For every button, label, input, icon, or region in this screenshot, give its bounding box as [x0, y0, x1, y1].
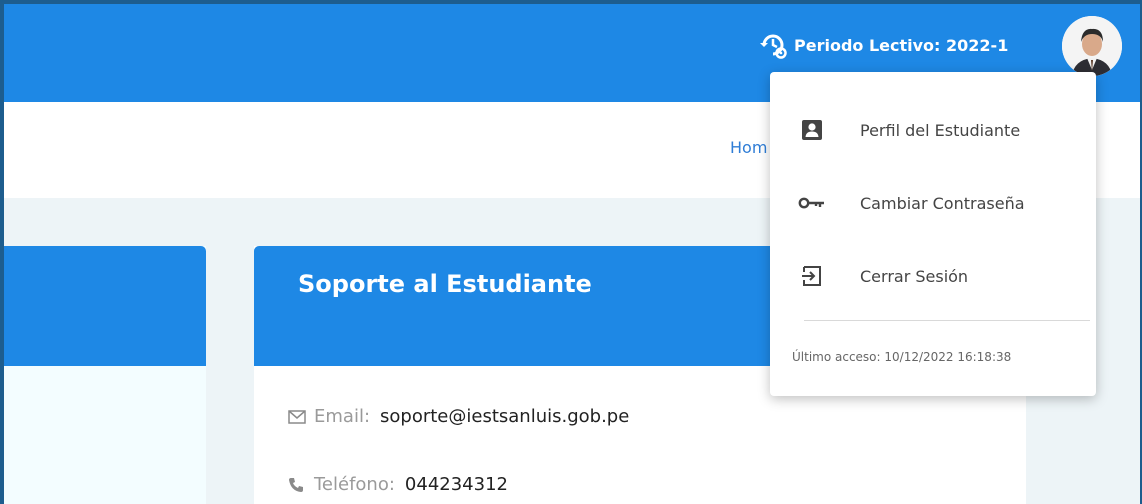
support-card-title: Soporte al Estudiante — [298, 270, 592, 298]
left-card-header — [4, 246, 206, 366]
user-avatar[interactable] — [1062, 16, 1122, 76]
menu-item-change-password[interactable]: Cambiar Contraseña — [770, 177, 1096, 229]
left-card — [4, 246, 206, 504]
menu-divider — [804, 320, 1090, 321]
app-frame: Periodo Lectivo: 2022-1 Hom Soporte al E… — [4, 4, 1140, 504]
phone-icon — [288, 477, 314, 493]
last-access-text: Último acceso: 10/12/2022 16:18:38 — [792, 350, 1012, 364]
history-gear-icon — [758, 30, 788, 60]
menu-item-profile[interactable]: Perfil del Estudiante — [770, 104, 1096, 156]
menu-item-label: Cerrar Sesión — [860, 266, 969, 286]
phone-label: Teléfono: — [314, 474, 395, 495]
profile-icon — [798, 116, 826, 144]
phone-value: 044234312 — [404, 474, 508, 495]
menu-item-logout[interactable]: Cerrar Sesión — [770, 250, 1096, 302]
key-icon — [798, 189, 826, 217]
menu-item-label: Cambiar Contraseña — [860, 193, 1025, 213]
email-value[interactable]: soporte@iestsanluis.gob.pe — [380, 406, 629, 427]
envelope-icon — [288, 409, 314, 424]
user-dropdown-menu: Perfil del Estudiante Cambiar Contraseña… — [770, 72, 1096, 396]
breadcrumb-home-link[interactable]: Hom — [730, 138, 767, 157]
phone-row: Teléfono: 044234312 — [288, 474, 508, 495]
email-label: Email: — [314, 406, 371, 427]
period-indicator: Periodo Lectivo: 2022-1 — [758, 30, 1009, 60]
email-row: Email: soporte@iestsanluis.gob.pe — [288, 406, 629, 427]
period-label: Periodo Lectivo: 2022-1 — [794, 35, 1009, 55]
logout-icon — [798, 262, 826, 290]
menu-item-label: Perfil del Estudiante — [860, 120, 1021, 140]
